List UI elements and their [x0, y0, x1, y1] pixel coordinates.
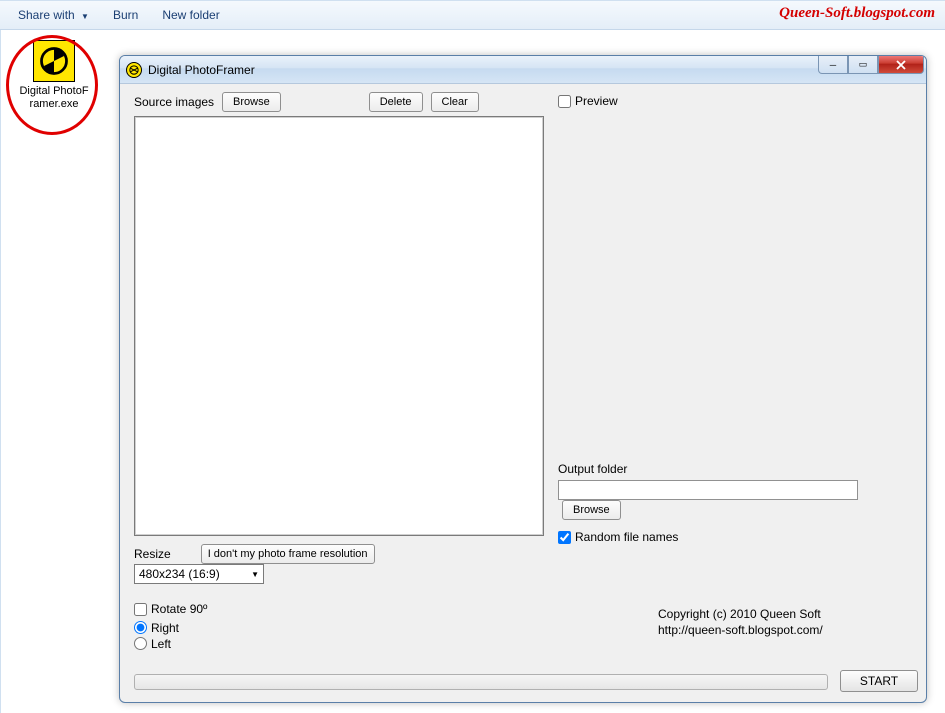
copyright-block: Copyright (c) 2010 Queen Soft http://que… [658, 607, 823, 638]
app-icon [126, 62, 142, 78]
browse-button[interactable]: Browse [222, 92, 281, 112]
left-column: Source images Browse Delete Clear Resize… [134, 92, 544, 651]
preview-checkbox[interactable]: Preview [558, 94, 618, 108]
app-exe-icon [33, 40, 75, 82]
client-area: Source images Browse Delete Clear Resize… [128, 92, 918, 694]
copyright-line2: http://queen-soft.blogspot.com/ [658, 623, 823, 639]
clear-button[interactable]: Clear [431, 92, 479, 112]
rotate-checkbox-input[interactable] [134, 603, 147, 616]
minimize-button[interactable]: ─ [818, 56, 848, 74]
toolbar-share-with-label: Share with [18, 8, 75, 22]
toolbar-share-with[interactable]: Share with ▼ [6, 8, 101, 22]
explorer-toolbar: Share with ▼ Burn New folder Queen-Soft.… [0, 0, 945, 30]
resize-label: Resize [134, 547, 171, 561]
resize-combobox[interactable]: 480x234 (16:9) ▼ [134, 564, 264, 584]
right-column: Preview Output folder Browse Random file… [558, 92, 918, 113]
rotate-left-label: Left [151, 637, 171, 651]
output-browse-button[interactable]: Browse [562, 500, 621, 520]
source-images-label: Source images [134, 95, 214, 109]
source-images-listbox[interactable] [134, 116, 544, 536]
resize-value: 480x234 (16:9) [139, 567, 220, 581]
random-names-label: Random file names [575, 530, 678, 544]
file-label: Digital PhotoFramer.exe [19, 85, 89, 110]
copyright-line1: Copyright (c) 2010 Queen Soft [658, 607, 823, 623]
start-button[interactable]: START [840, 670, 918, 692]
window-controls: ─ ▭ [818, 56, 924, 74]
chevron-down-icon: ▼ [251, 570, 259, 579]
app-window: Digital PhotoFramer ─ ▭ Source images Br… [119, 55, 927, 703]
watermark-text: Queen-Soft.blogspot.com [779, 5, 935, 22]
preview-checkbox-input[interactable] [558, 95, 571, 108]
progress-bar [134, 674, 828, 690]
rotate-label: Rotate 90º [151, 602, 207, 616]
toolbar-new-folder[interactable]: New folder [150, 8, 231, 22]
maximize-button[interactable]: ▭ [848, 56, 878, 74]
maximize-icon: ▭ [859, 59, 868, 70]
rotate-left-input[interactable] [134, 637, 147, 650]
window-title: Digital PhotoFramer [148, 63, 255, 77]
random-names-checkbox[interactable]: Random file names [558, 530, 678, 544]
titlebar[interactable]: Digital PhotoFramer ─ ▭ [120, 56, 926, 84]
toolbar-burn[interactable]: Burn [101, 8, 150, 22]
delete-button[interactable]: Delete [369, 92, 423, 112]
preview-label: Preview [575, 94, 618, 108]
random-names-input[interactable] [558, 531, 571, 544]
rotate-left-radio[interactable]: Left [134, 637, 544, 651]
rotate-right-label: Right [151, 621, 179, 635]
rotate-checkbox[interactable]: Rotate 90º [134, 602, 207, 616]
close-icon [896, 60, 906, 70]
minimize-icon: ─ [830, 60, 836, 70]
rotate-right-radio[interactable]: Right [134, 621, 544, 635]
chevron-down-icon: ▼ [81, 12, 89, 21]
file-item[interactable]: Digital PhotoFramer.exe [19, 40, 89, 110]
output-folder-label: Output folder [558, 462, 918, 476]
output-folder-input[interactable] [558, 480, 858, 500]
unknown-resolution-button[interactable]: I don't my photo frame resolution [201, 544, 375, 564]
close-button[interactable] [878, 56, 924, 74]
rotate-right-input[interactable] [134, 621, 147, 634]
